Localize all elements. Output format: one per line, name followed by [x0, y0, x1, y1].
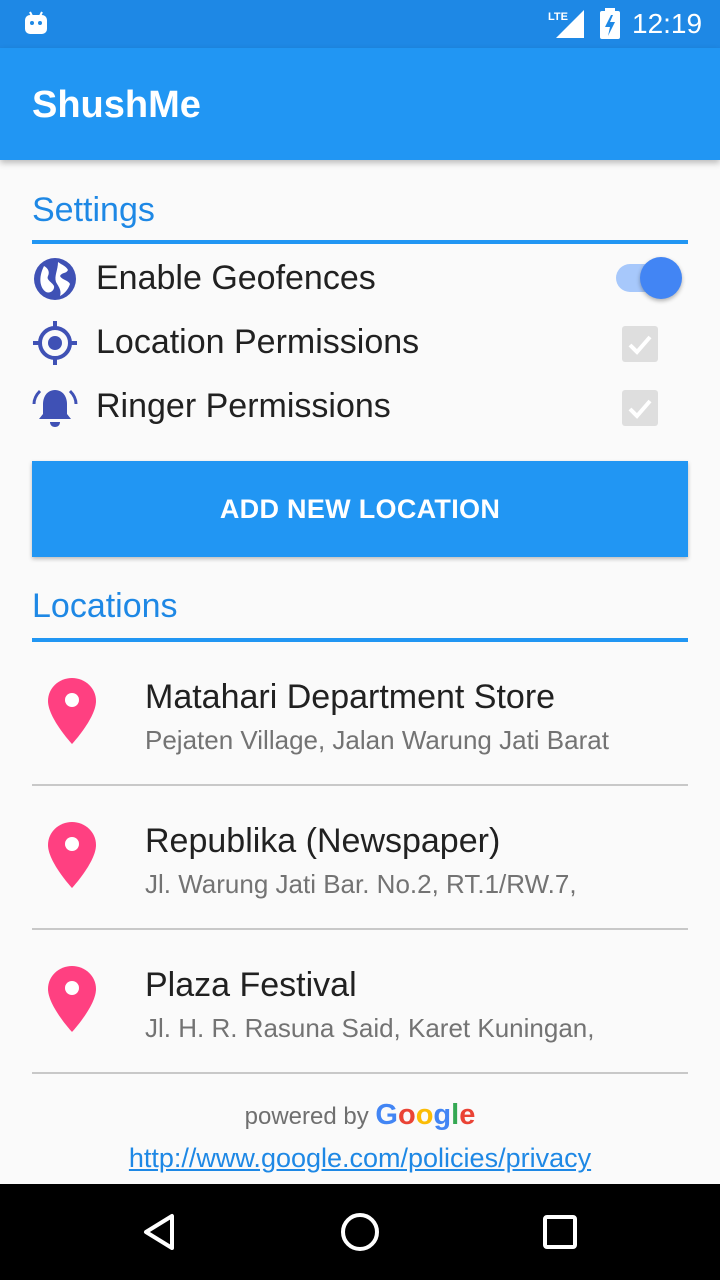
map-pin-icon: [48, 966, 96, 1032]
globe-icon: [34, 258, 76, 300]
map-pin-icon: [48, 822, 96, 888]
signal-icon: LTE: [548, 10, 584, 38]
setting-label: Enable Geofences: [96, 259, 376, 297]
location-name: Plaza Festival: [145, 966, 357, 1004]
location-permissions-checkbox[interactable]: [622, 326, 658, 362]
privacy-policy-link[interactable]: http://www.google.com/policies/privacy: [0, 1140, 720, 1176]
ringer-permissions-checkbox[interactable]: [622, 390, 658, 426]
battery-charging-icon: [600, 8, 620, 39]
network-type: LTE: [548, 11, 568, 23]
settings-header: Settings: [32, 190, 688, 244]
checkmark-icon: [628, 399, 652, 419]
toggle-thumb: [640, 257, 682, 299]
google-logo: Google: [375, 1099, 476, 1131]
location-address: Jl. H. R. Rasuna Said, Karet Kuningan,: [145, 1013, 595, 1043]
setting-location-permissions: Location Permissions: [32, 310, 688, 374]
status-bar: LTE 12:19: [0, 0, 720, 48]
status-clock: 12:19: [632, 8, 703, 39]
recents-icon[interactable]: [536, 1208, 584, 1256]
gps-target-icon: [33, 321, 77, 365]
android-icon: [25, 11, 47, 34]
list-item[interactable]: Plaza Festival Jl. H. R. Rasuna Said, Ka…: [32, 930, 688, 1074]
setting-enable-geofences: Enable Geofences: [32, 246, 688, 310]
location-name: Matahari Department Store: [145, 678, 556, 716]
bell-ringing-icon: [32, 389, 78, 427]
add-new-location-button[interactable]: ADD NEW LOCATION: [32, 461, 688, 557]
location-name: Republika (Newspaper): [145, 822, 501, 860]
home-icon[interactable]: [336, 1208, 384, 1256]
list-item[interactable]: Matahari Department Store Pejaten Villag…: [32, 642, 688, 786]
navigation-bar: [0, 1184, 720, 1280]
locations-header: Locations: [32, 586, 688, 642]
setting-label: Location Permissions: [96, 323, 420, 361]
enable-geofences-toggle[interactable]: [616, 256, 684, 300]
location-address: Pejaten Village, Jalan Warung Jati Barat: [145, 725, 609, 755]
app-title: ShushMe: [32, 84, 201, 126]
map-pin-icon: [48, 678, 96, 744]
checkmark-icon: [628, 335, 652, 355]
powered-by-google: powered by Google: [0, 1095, 720, 1137]
setting-ringer-permissions: Ringer Permissions: [32, 374, 688, 438]
setting-label: Ringer Permissions: [96, 387, 391, 425]
app-bar: ShushMe: [0, 48, 720, 160]
list-item[interactable]: Republika (Newspaper) Jl. Warung Jati Ba…: [32, 786, 688, 930]
back-icon[interactable]: [136, 1208, 184, 1256]
location-address: Jl. Warung Jati Bar. No.2, RT.1/RW.7,: [145, 869, 577, 899]
powered-by-label: powered by: [244, 1103, 369, 1130]
